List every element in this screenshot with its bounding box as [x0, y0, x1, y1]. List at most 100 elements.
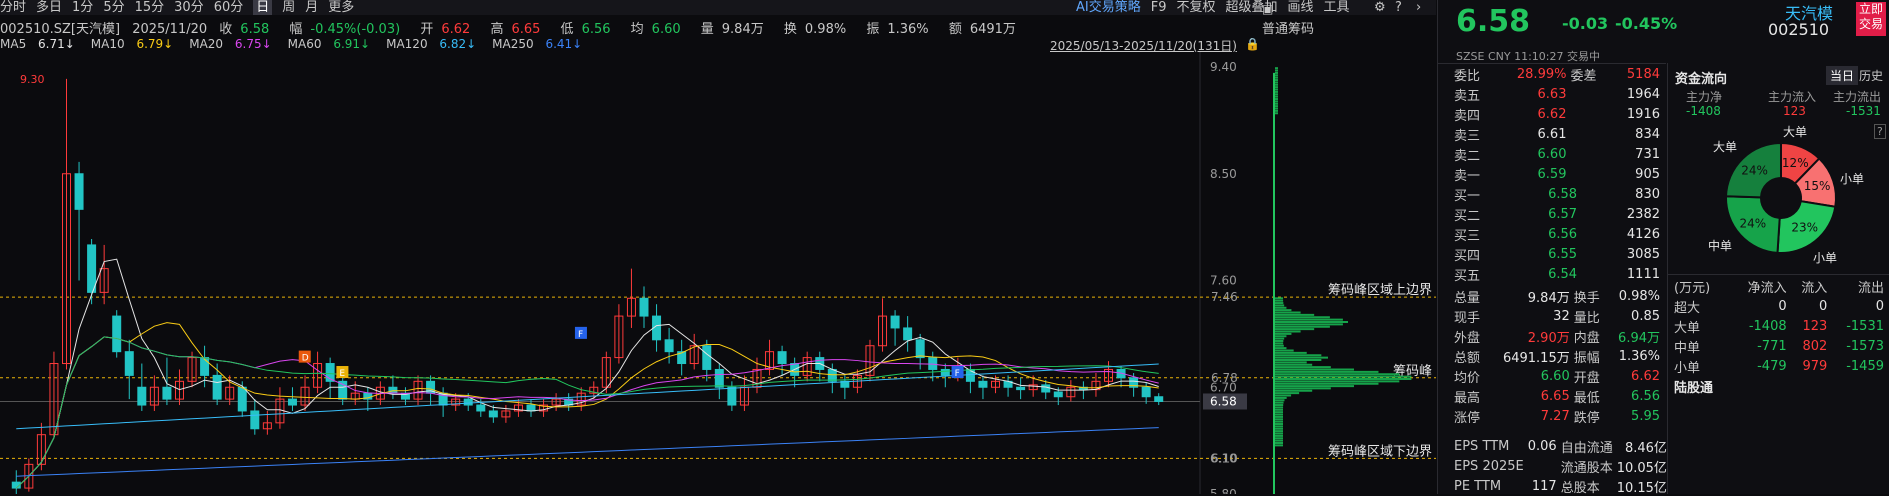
fundamental-row: EPS TTM 0.06 自由流通 8.46亿: [1454, 438, 1667, 456]
flow-tab-today[interactable]: 当日: [1826, 66, 1859, 85]
stat-row: 均价 6.60 开盘 6.62: [1454, 368, 1660, 386]
period-tab-5[interactable]: 30分: [174, 0, 204, 15]
lugutong-row[interactable]: 陆股通: [1672, 376, 1886, 396]
volume-value: 9.84万: [721, 22, 764, 37]
flow-row: 中单 -771 802 -1573: [1674, 338, 1884, 356]
collapse-icon[interactable]: ›: [1416, 0, 1421, 15]
period-tabs: 分时 多日 1分 5分 15分 30分 60分日周月更多: [0, 0, 364, 15]
stock-code-big: 002510: [1768, 20, 1830, 39]
toolbar: 分时 多日 1分 5分 15分 30分 60分日周月更多 AI交易策略 F9 不复权 超级叠加 画线…: [0, 0, 1436, 15]
ma-item-ma60: MA60 6.91↓: [287, 37, 371, 51]
candlestick-chart[interactable]: 9.408.507.606.706.105.807.46 筹码峰区域上边界6.78…: [0, 52, 1436, 494]
pie-slice-label: 12%: [1782, 156, 1809, 170]
weibi-row: 委比 28.99% 委差 5184: [1454, 66, 1660, 84]
bid-row[interactable]: 买五 6.54 1111: [1452, 264, 1662, 284]
fundamental-row: EPS 2025E 流通股本 10.05亿: [1454, 458, 1667, 476]
toolbar-item-1[interactable]: F9: [1151, 0, 1167, 15]
stats-table: 总量 9.84万 换手 0.98% 现手 32 量比 0.85 外盘 2.90万 内盘 6.94万 总额…: [1452, 286, 1662, 426]
ma-item-ma250: MA250 6.41↓: [492, 37, 583, 51]
chip-level-label: 7.46: [1211, 290, 1238, 304]
period-tab-9[interactable]: 月: [305, 0, 318, 15]
chip-panel-title: 普通筹码: [1262, 22, 1315, 37]
period-tab-8[interactable]: 周: [282, 0, 295, 15]
quote-info-row: 002510.SZ[天汽模] 2025/11/20 收 6.58 幅 -0.45%(…: [0, 22, 1016, 37]
price-tick: 8.50: [1210, 167, 1237, 181]
flow-title: 资金流向: [1675, 72, 1728, 87]
pie-slice-label: 15%: [1804, 179, 1831, 193]
lock-icon[interactable]: 🔒: [1245, 37, 1260, 51]
period-tab-0[interactable]: 分时: [0, 0, 26, 15]
low-value: 6.56: [581, 22, 611, 37]
market-line: SZSE CNY 11:10:27 交易中: [1456, 50, 1600, 63]
period-tab-1[interactable]: 多日: [36, 0, 62, 15]
gear-icon[interactable]: ⚙: [1374, 0, 1386, 15]
bid-row[interactable]: 买四 6.55 3085: [1452, 244, 1662, 264]
date: 2025/11/20: [132, 22, 208, 37]
ma-item-ma20: MA20 6.75↓: [189, 37, 272, 51]
main-net-value: -1408: [1686, 104, 1721, 118]
max-price-label: 9.30: [20, 73, 45, 86]
right-panel: 6.58 -0.03 -0.45% 天汽模 002510 立即交易 SZSE C…: [1437, 0, 1889, 496]
signal-marker[interactable]: E: [339, 369, 345, 379]
turnover-value: 0.98%: [804, 22, 847, 37]
toolbar-item-4[interactable]: 画线: [1288, 0, 1314, 15]
stat-row: 外盘 2.90万 内盘 6.94万: [1454, 330, 1660, 346]
price-tick: 5.80: [1210, 487, 1237, 494]
pie-label-small: 小单: [1813, 251, 1838, 265]
ask-row[interactable]: 卖二 6.60 731: [1452, 144, 1662, 164]
toolbar-right: AI交易策略 F9 不复权 超级叠加 画线 工具: [1076, 0, 1360, 15]
pie-label-mid: 中单: [1708, 239, 1733, 253]
flow-tab-history[interactable]: 历史: [1859, 67, 1883, 84]
toolbar-item-0[interactable]: AI交易策略: [1076, 0, 1141, 15]
help-icon[interactable]: ?: [1395, 0, 1402, 15]
period-tab-4[interactable]: 15分: [135, 0, 165, 15]
trade-button[interactable]: 立即交易: [1856, 2, 1886, 36]
amplitude-value: 1.36%: [887, 22, 929, 37]
price-tick: 9.40: [1210, 60, 1237, 74]
bid-row[interactable]: 买三 6.56 4126: [1452, 224, 1662, 244]
bid-row[interactable]: 买二 6.57 2382: [1452, 204, 1662, 224]
pie-label-super: 大单: [1713, 140, 1738, 154]
price-change-pct: -0.45%: [1615, 14, 1678, 33]
flow-row: 大单 -1408 123 -1531: [1674, 318, 1884, 336]
period-tab-3[interactable]: 5分: [103, 0, 124, 15]
stat-row: 现手 32 量比 0.85: [1454, 308, 1660, 326]
ma-item-ma5: MA5 6.71↓: [0, 37, 75, 51]
pie-label-big: 大单: [1783, 125, 1808, 139]
ask-row[interactable]: 卖一 6.59 905: [1452, 164, 1662, 184]
ask-row[interactable]: 卖四 6.62 1916: [1452, 104, 1662, 124]
period-tab-6[interactable]: 60分: [214, 0, 244, 15]
candle: [112, 310, 122, 358]
pie-slice-label: 23%: [1791, 221, 1818, 235]
signal-marker[interactable]: F: [955, 369, 960, 379]
chip-level-name: 筹码峰区域上边界: [1328, 282, 1432, 298]
toolbar-item-2[interactable]: 不复权: [1176, 0, 1215, 15]
ma-item-ma120: MA120 6.82↓: [386, 37, 477, 51]
open-value: 6.62: [441, 22, 471, 37]
pie-label-small-right: 小单: [1840, 172, 1865, 186]
stat-row: 最高 6.65 最低 6.56: [1454, 388, 1660, 406]
fundamentals-table: EPS TTM 0.06 自由流通 8.46亿 EPS 2025E 流通股本 10.05亿 P…: [1452, 436, 1669, 496]
ma-item-ma10: MA10 6.79↓: [90, 37, 174, 51]
period-tab-10[interactable]: 更多: [328, 0, 354, 15]
signal-marker[interactable]: D: [302, 354, 309, 364]
pie-slice-label: 24%: [1740, 217, 1767, 231]
ma-row: MA5 6.71↓ MA10 6.79↓ MA20 6.75↓ MA60 6.91↓ M…: [0, 37, 598, 51]
close-value: 6.58: [240, 22, 270, 37]
period-tab-2[interactable]: 1分: [72, 0, 93, 15]
change-value: -0.45%(-0.03): [310, 22, 401, 37]
chip-level-name: 筹码峰区域下边界: [1328, 443, 1432, 459]
price-change: -0.03: [1562, 14, 1609, 33]
signal-marker[interactable]: F: [578, 330, 583, 340]
flow-table: (万元) 净流入 流入 流出 超大 0 0 0 大单 -1408 123 -1531 中单 -771 802…: [1672, 276, 1886, 396]
bid-row[interactable]: 买一 6.58 830: [1452, 184, 1662, 204]
ask-row[interactable]: 卖五 6.63 1964: [1452, 84, 1662, 104]
avg-value: 6.60: [651, 22, 681, 37]
last-price: 6.58: [1456, 4, 1531, 39]
period-tab-7[interactable]: 日: [253, 0, 273, 15]
chip-level-label: 6.78: [1211, 371, 1238, 385]
fundamental-row: PE TTM 117 总股本 10.15亿: [1454, 478, 1667, 496]
ask-row[interactable]: 卖三 6.61 834: [1452, 124, 1662, 144]
toolbar-item-5[interactable]: 工具: [1324, 0, 1350, 15]
wp-icon[interactable]: ▣: [1262, 2, 1273, 16]
